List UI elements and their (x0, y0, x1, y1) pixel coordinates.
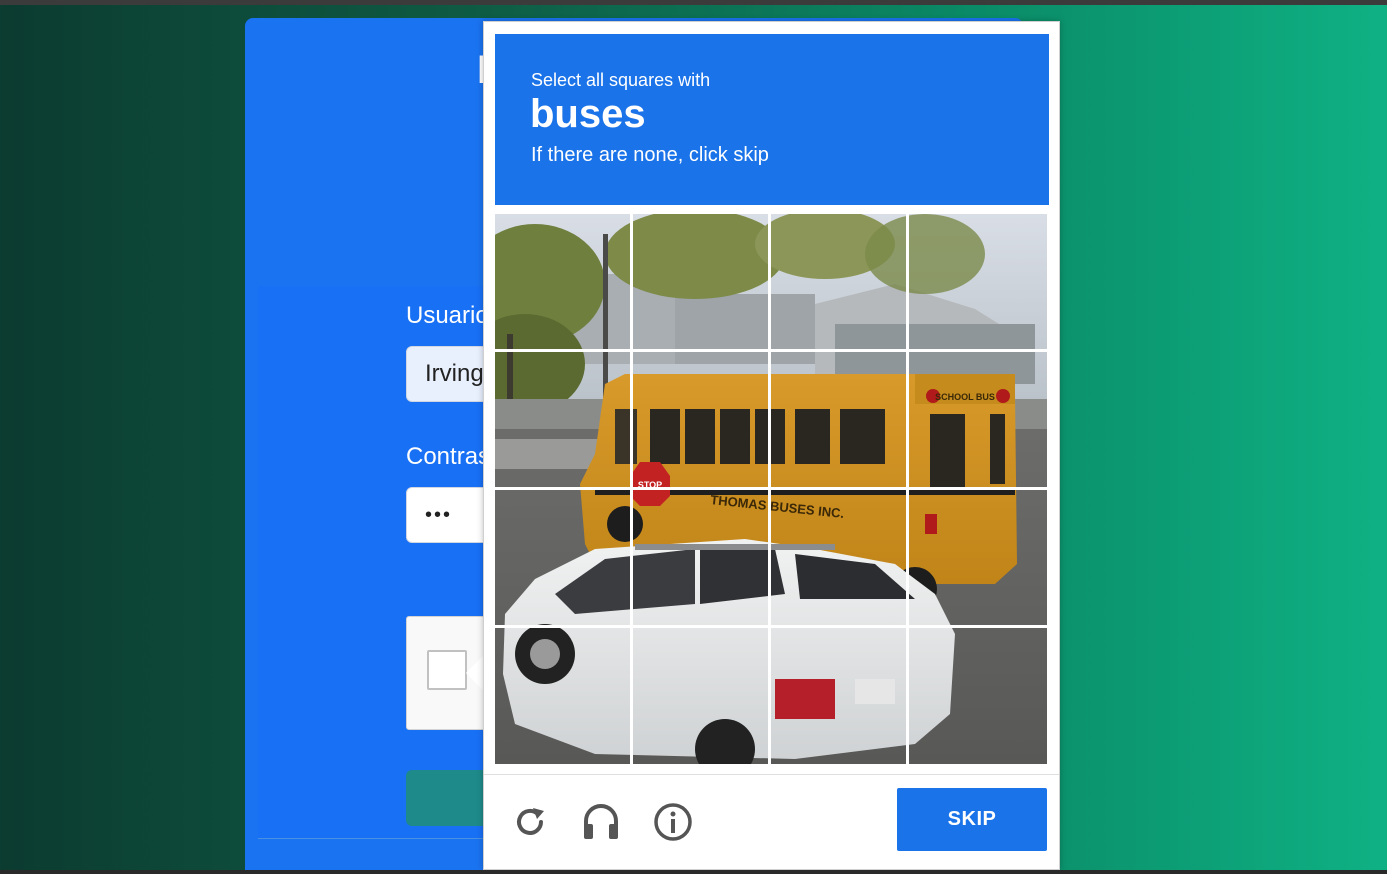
grid-tile[interactable] (771, 352, 906, 487)
grid-tile[interactable] (633, 352, 768, 487)
challenge-header: Select all squares with buses If there a… (495, 34, 1049, 205)
grid-tile[interactable] (633, 490, 768, 625)
grid-tile[interactable] (633, 214, 768, 349)
challenge-hint: If there are none, click skip (531, 144, 769, 166)
challenge-image-grid: STOP SCHOOL BUS THOMAS BUSES INC. (495, 214, 1047, 764)
info-icon[interactable] (651, 800, 695, 844)
challenge-instruction: Select all squares with (531, 70, 711, 90)
grid-tile[interactable] (495, 352, 630, 487)
grid-tile[interactable] (495, 628, 630, 763)
grid-tile[interactable] (909, 352, 1044, 487)
grid-tile[interactable] (771, 490, 906, 625)
challenge-footer-divider (484, 774, 1059, 775)
captcha-challenge: Select all squares with buses If there a… (483, 21, 1060, 870)
challenge-keyword: buses (530, 92, 646, 136)
username-label: Usuario (406, 302, 489, 329)
grid-tile[interactable] (909, 214, 1044, 349)
recaptcha-checkbox[interactable] (427, 650, 467, 690)
grid-tile[interactable] (909, 628, 1044, 763)
grid-tile[interactable] (495, 214, 630, 349)
grid-tile[interactable] (771, 628, 906, 763)
challenge-pointer (466, 656, 483, 690)
grid-tile[interactable] (495, 490, 630, 625)
grid-tile[interactable] (909, 490, 1044, 625)
grid-tile[interactable] (771, 214, 906, 349)
grid-tile[interactable] (633, 628, 768, 763)
window-bottom-bar (0, 870, 1387, 874)
skip-button[interactable]: SKIP (897, 788, 1047, 851)
headphones-icon[interactable] (579, 800, 623, 844)
reload-icon[interactable] (508, 800, 552, 844)
window-top-bar (0, 0, 1387, 5)
